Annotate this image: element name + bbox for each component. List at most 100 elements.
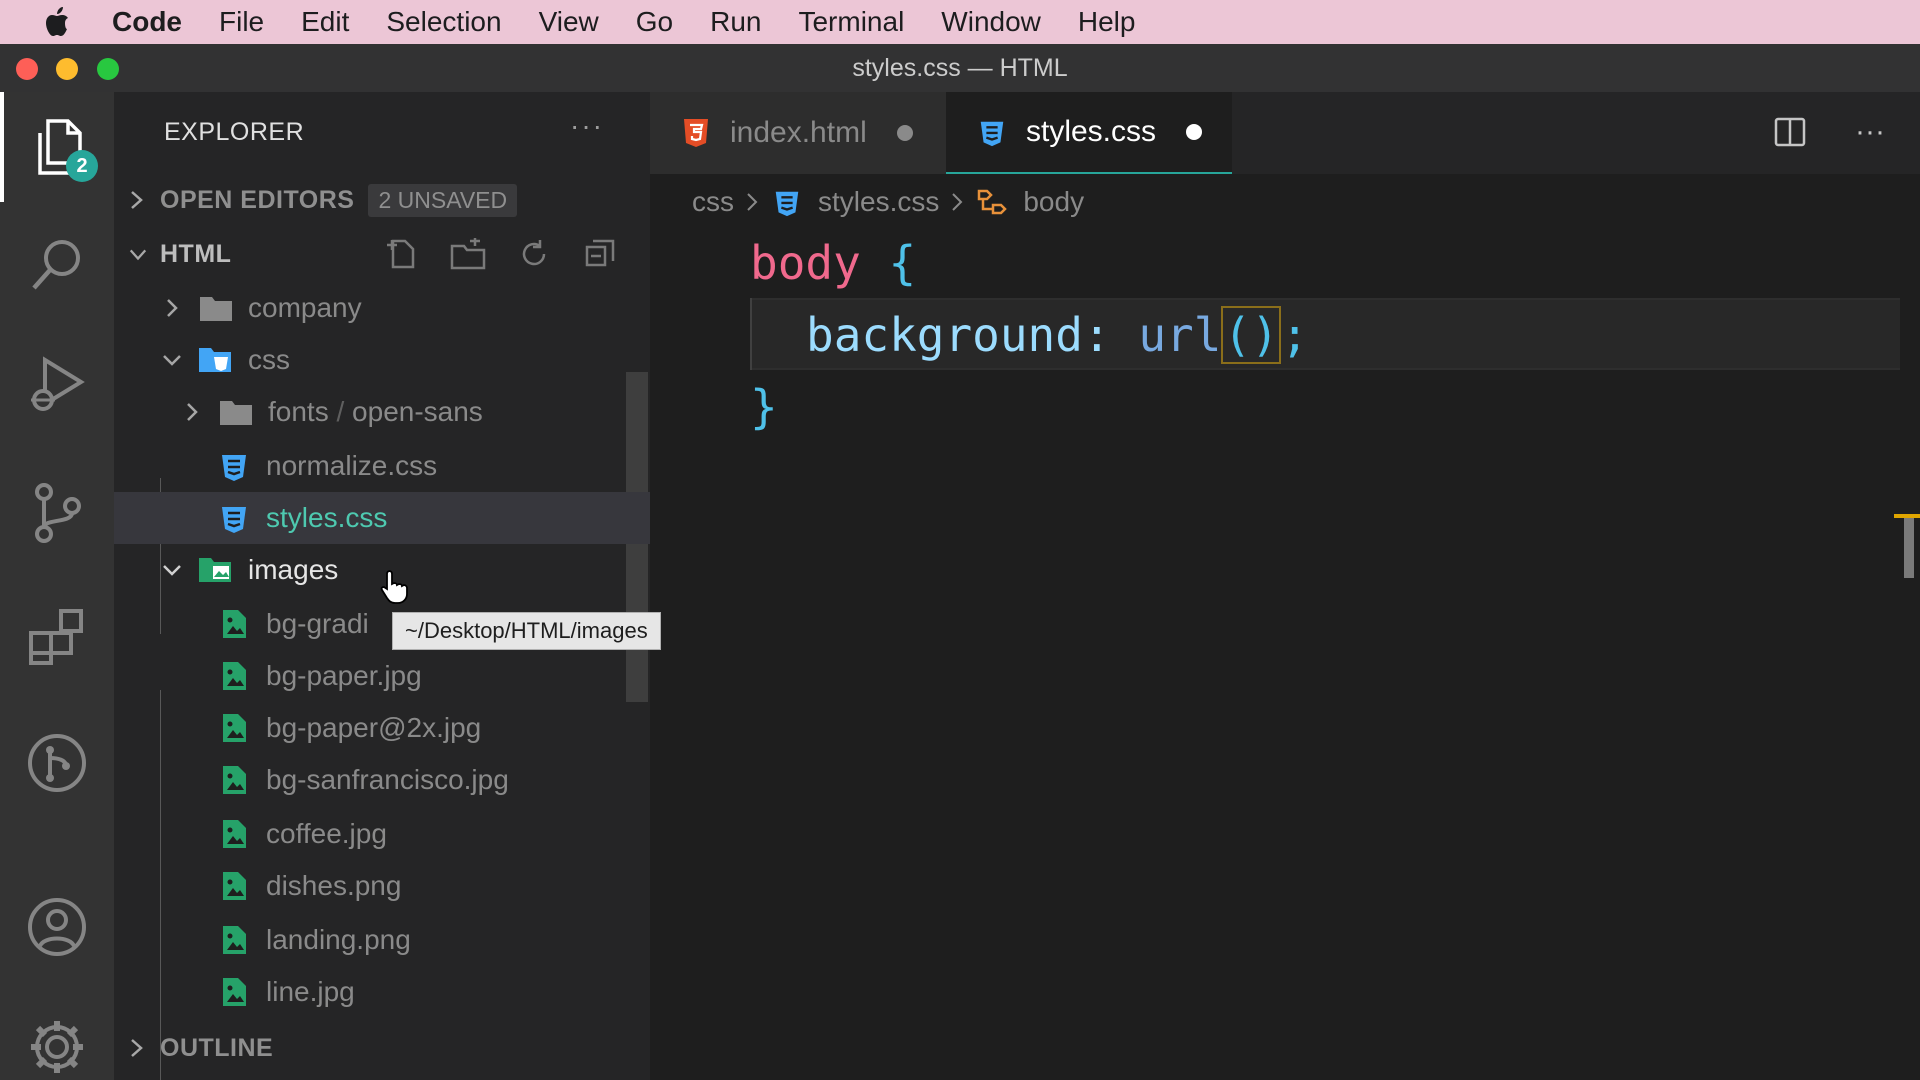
tree-file-image[interactable]: landing.png — [114, 914, 650, 966]
refresh-icon[interactable] — [514, 234, 554, 274]
image-file-icon — [216, 976, 252, 1008]
tree-file-image[interactable]: coffee.jpg — [114, 808, 650, 860]
menu-app-name[interactable]: Code — [112, 6, 182, 38]
tree-folder-css[interactable]: css — [114, 334, 650, 386]
git-graph-icon — [28, 734, 86, 792]
tab-index-html[interactable]: index.html — [650, 92, 946, 174]
activity-source-control[interactable] — [0, 458, 114, 568]
activity-explorer[interactable]: 2 — [0, 92, 114, 202]
path-tooltip: ~/Desktop/HTML/images — [392, 612, 661, 650]
collapse-all-icon[interactable] — [580, 234, 620, 274]
menu-go[interactable]: Go — [636, 6, 673, 38]
css-function: url — [1138, 308, 1222, 362]
tab-label: styles.css — [1026, 115, 1157, 148]
apple-logo-icon[interactable] — [40, 6, 72, 38]
tree-label: images — [248, 554, 339, 585]
tree-folder-company[interactable]: company — [114, 282, 650, 334]
macos-menu-bar: Code File Edit Selection View Go Run Ter… — [0, 0, 1920, 44]
open-editors-label: OPEN EDITORS — [160, 185, 355, 214]
folder-name-fonts: fonts — [268, 396, 329, 427]
tree-file-normalize-css[interactable]: normalize.css — [114, 440, 650, 492]
unsaved-dot-icon[interactable] — [1186, 124, 1203, 140]
tree-file-image[interactable]: bg-sanfrancisco.jpg — [114, 754, 650, 806]
explorer-title: EXPLORER — [164, 118, 305, 146]
menu-terminal[interactable]: Terminal — [798, 6, 904, 38]
breadcrumb-folder[interactable]: css — [692, 186, 734, 218]
tab-label: index.html — [730, 116, 867, 149]
code-line-1: body { — [750, 228, 916, 298]
workspace-folder-label: HTML — [160, 239, 232, 268]
folder-icon — [198, 292, 234, 324]
chevron-right-icon — [746, 191, 758, 213]
image-file-icon — [216, 660, 252, 692]
activity-gitlens[interactable] — [0, 708, 114, 818]
menu-selection[interactable]: Selection — [386, 6, 501, 38]
css-selector: body — [750, 236, 861, 290]
unsaved-dot-icon[interactable] — [896, 125, 913, 141]
chevron-down-icon — [160, 353, 184, 367]
folder-icon — [218, 396, 254, 428]
hand-cursor-icon — [380, 568, 410, 609]
menu-run[interactable]: Run — [710, 6, 761, 38]
code-line-2: background: url(); — [806, 300, 1309, 370]
search-icon — [32, 240, 80, 290]
tree-file-image[interactable]: line.jpg — [114, 966, 650, 1018]
css-file-icon — [216, 502, 252, 534]
open-editors-section[interactable]: OPEN EDITORS 2 UNSAVED — [114, 178, 650, 222]
colon: : — [1082, 308, 1111, 362]
tree-file-image[interactable]: bg-paper@2x.jpg — [114, 702, 650, 754]
html-folder-section[interactable]: HTML — [114, 232, 650, 276]
tree-label: normalize.css — [266, 450, 438, 481]
activity-extensions[interactable] — [0, 582, 114, 692]
window-titlebar: styles.css — HTML — [0, 44, 1920, 92]
tree-folder-fonts[interactable]: fonts / open-sans — [114, 386, 650, 438]
chevron-right-icon — [951, 191, 963, 213]
code-editor[interactable]: body { background: url(); } — [650, 228, 1920, 1080]
editor-actions: ··· — [1770, 112, 1890, 152]
outline-section[interactable]: OUTLINE — [114, 1026, 650, 1070]
activity-accounts[interactable] — [0, 872, 114, 982]
chevron-down-icon — [128, 246, 148, 262]
tree-label: coffee.jpg — [266, 818, 387, 849]
unsaved-count-badge: 2 UNSAVED — [368, 183, 518, 217]
editor-tab-bar: index.html styles.css ··· — [650, 92, 1920, 174]
split-editor-icon[interactable] — [1770, 112, 1810, 152]
tree-file-styles-css[interactable]: styles.css — [114, 492, 650, 544]
menu-file[interactable]: File — [219, 6, 264, 38]
folder-name-open-sans: open-sans — [352, 396, 483, 427]
explorer-more-actions-icon[interactable]: ··· — [570, 110, 604, 142]
code-line-3: } — [750, 372, 778, 442]
menu-help[interactable]: Help — [1078, 6, 1136, 38]
tree-label: company — [248, 292, 362, 323]
chevron-right-icon — [128, 189, 148, 211]
menu-edit[interactable]: Edit — [301, 6, 349, 38]
menu-window[interactable]: Window — [941, 6, 1041, 38]
breadcrumb-file[interactable]: styles.css — [818, 186, 939, 218]
editor-scrollbar[interactable] — [1904, 518, 1914, 578]
image-file-icon — [216, 818, 252, 850]
more-actions-icon[interactable]: ··· — [1850, 112, 1890, 152]
new-folder-icon[interactable] — [448, 234, 488, 274]
tab-styles-css[interactable]: styles.css — [946, 92, 1232, 174]
outline-label: OUTLINE — [160, 1033, 274, 1062]
css-property: background — [806, 308, 1083, 362]
tree-file-image[interactable]: bg-paper.jpg — [114, 650, 650, 702]
chevron-right-icon — [180, 401, 204, 423]
breadcrumb-symbol[interactable]: body — [1023, 186, 1084, 218]
menu-view[interactable]: View — [539, 6, 599, 38]
extensions-icon — [29, 609, 83, 665]
new-file-icon[interactable] — [382, 234, 422, 274]
image-file-icon — [216, 608, 252, 640]
matched-parens: () — [1221, 306, 1281, 364]
tree-file-image[interactable]: dishes.png — [114, 860, 650, 912]
activity-search[interactable] — [0, 210, 114, 320]
image-file-icon — [216, 712, 252, 744]
tree-label: bg-gradi — [266, 608, 369, 639]
tree-label: fonts / open-sans — [268, 396, 483, 428]
explorer-badge: 2 — [66, 150, 98, 182]
close-brace: } — [750, 380, 778, 434]
activity-run-debug[interactable] — [0, 330, 114, 440]
activity-manage[interactable] — [0, 992, 114, 1080]
